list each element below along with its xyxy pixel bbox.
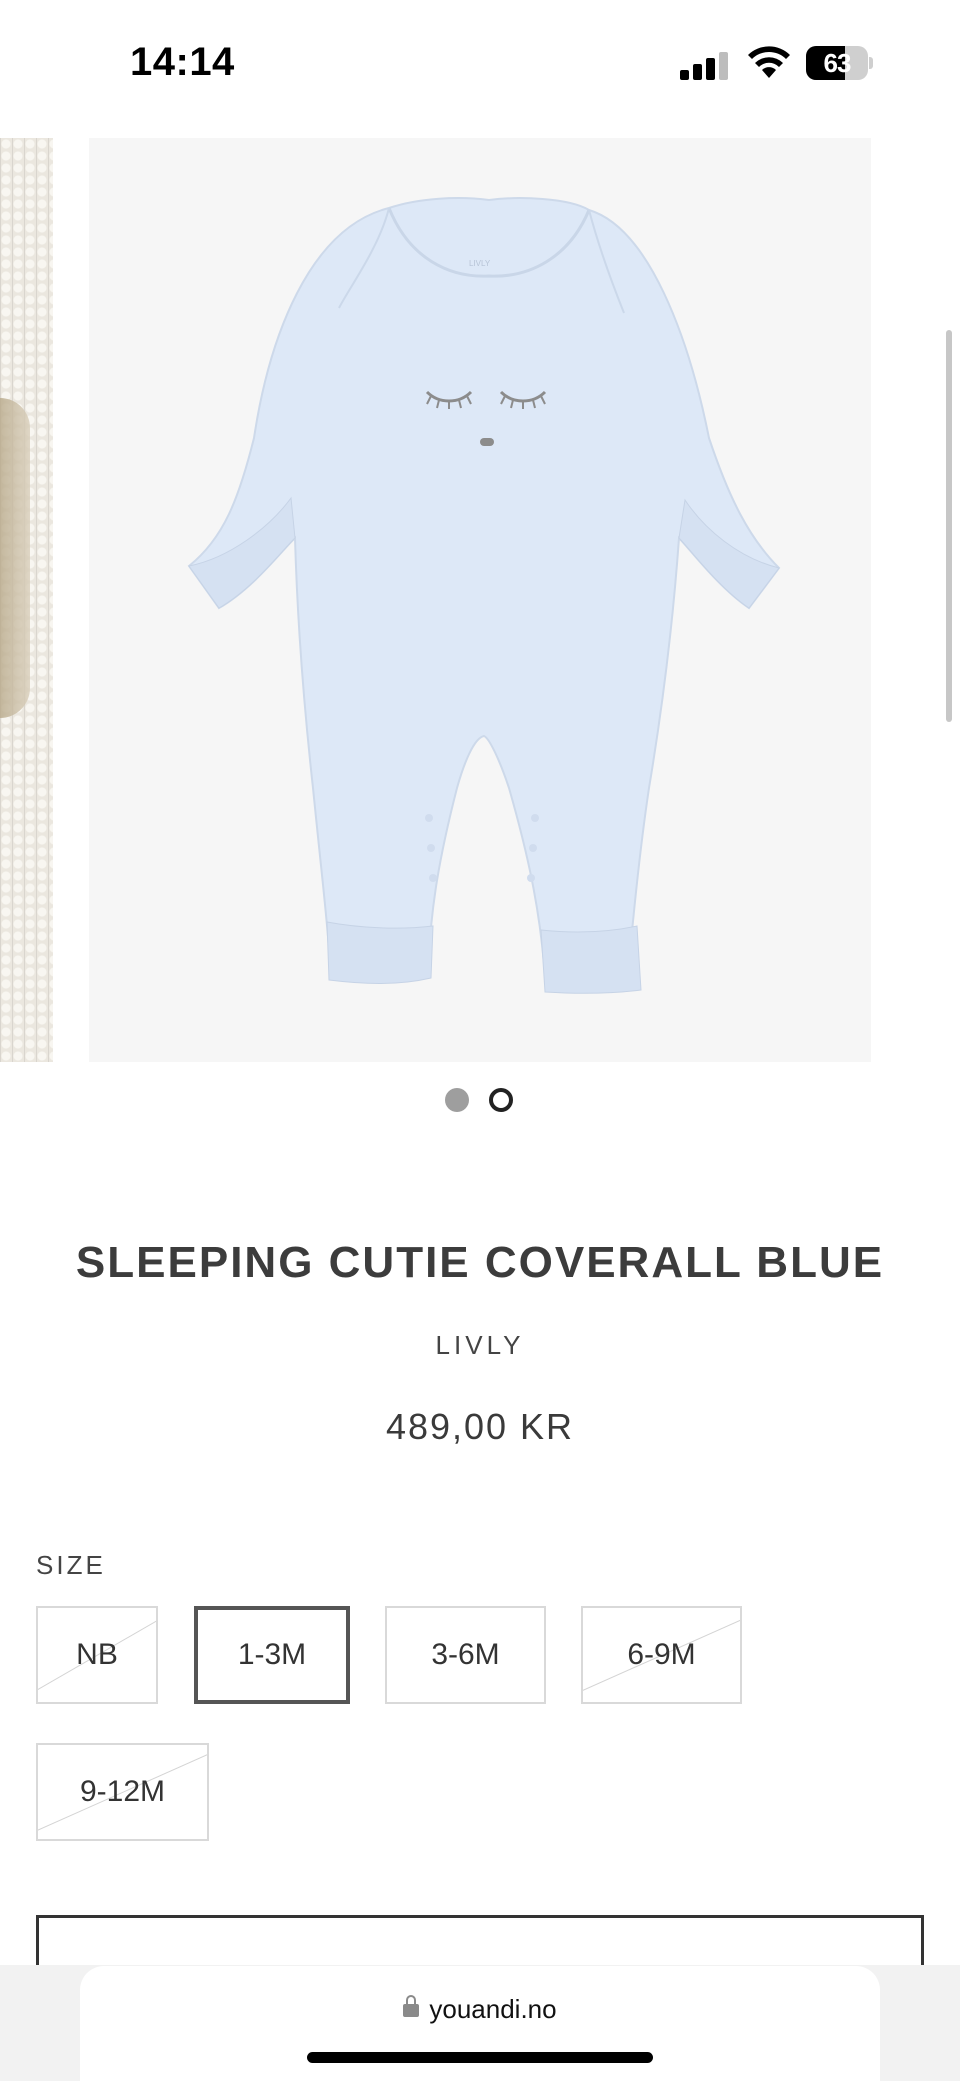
- previous-slide-blanket-image[interactable]: [0, 138, 53, 1062]
- pagination-dot-2-active[interactable]: [489, 1088, 513, 1112]
- size-option-label: 9-12M: [79, 1775, 166, 1808]
- address-bar-text[interactable]: youandi.no: [0, 1994, 960, 2025]
- size-option-label: NB: [76, 1638, 118, 1671]
- size-label: SIZE: [36, 1550, 106, 1580]
- lock-icon: [403, 1995, 420, 2019]
- size-option-6-9m[interactable]: 6-9M: [581, 1606, 742, 1704]
- size-option-label: 6-9M: [627, 1638, 696, 1671]
- url-label: youandi.no: [429, 1994, 557, 2024]
- cellular-signal-icon: [680, 52, 730, 80]
- product-title: SLEEPING CUTIE COVERALL BLUE: [75, 1238, 885, 1287]
- home-indicator[interactable]: [307, 2052, 653, 2063]
- product-image-carousel[interactable]: LIVLY: [0, 138, 960, 1062]
- size-option-3-6m[interactable]: 3-6M: [385, 1606, 546, 1704]
- page-scroll-indicator[interactable]: [946, 330, 952, 722]
- status-time: 14:14: [130, 40, 235, 84]
- status-bar: 14:14 63: [0, 0, 960, 130]
- blue-coverall-image: LIVLY: [187, 197, 781, 994]
- size-option-label: 1-3M: [237, 1638, 307, 1671]
- pagination-dot-1[interactable]: [445, 1088, 469, 1112]
- size-option-nb[interactable]: NB: [36, 1606, 158, 1704]
- battery-icon: 63: [806, 46, 873, 80]
- carousel-pagination: [0, 1088, 960, 1114]
- product-image-coverall[interactable]: LIVLY: [89, 138, 871, 1062]
- size-option-label: 3-6M: [431, 1638, 500, 1671]
- wifi-icon: [748, 46, 790, 78]
- product-price: 489,00 KR: [385, 1406, 575, 1447]
- size-option-9-12m[interactable]: 9-12M: [36, 1743, 209, 1841]
- product-brand[interactable]: LIVLY: [0, 1330, 960, 1361]
- garment-brand-print: LIVLY: [469, 259, 491, 268]
- size-option-1-3m[interactable]: 1-3M: [194, 1606, 350, 1704]
- battery-level: 63: [823, 48, 852, 78]
